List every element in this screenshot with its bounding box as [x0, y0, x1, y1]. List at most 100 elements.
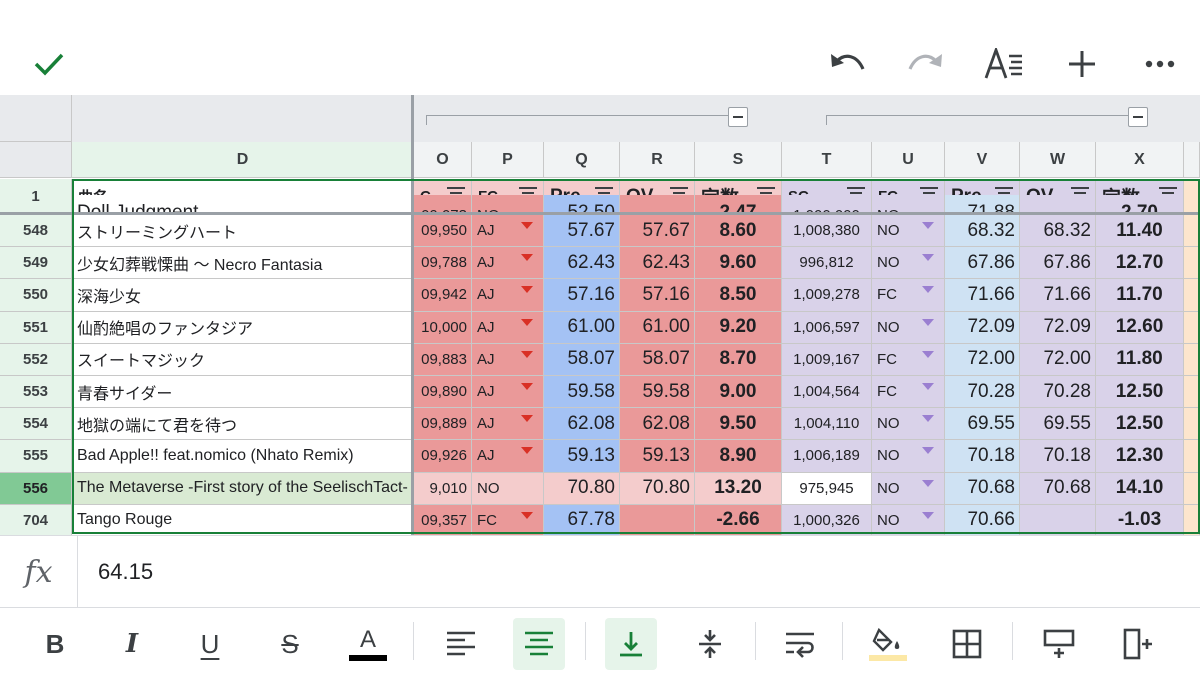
- dropdown-arrow-icon[interactable]: [521, 222, 533, 229]
- italic-icon[interactable]: I: [106, 618, 158, 670]
- table-cell[interactable]: AJ: [472, 279, 544, 312]
- table-cell[interactable]: 71.66: [1020, 279, 1096, 312]
- bold-icon[interactable]: B: [29, 618, 81, 670]
- table-cell[interactable]: NO: [872, 247, 945, 280]
- frozen-row-divider[interactable]: [0, 212, 1200, 215]
- table-cell[interactable]: 14.10: [1096, 472, 1184, 505]
- table-cell[interactable]: 9,010: [414, 472, 472, 505]
- table-cell[interactable]: 9.00: [695, 376, 782, 409]
- table-cell[interactable]: AJ: [472, 311, 544, 344]
- column-header-V[interactable]: V: [945, 142, 1020, 178]
- table-cell[interactable]: FC: [872, 279, 945, 312]
- table-cell[interactable]: 12.70: [1096, 247, 1184, 280]
- table-cell[interactable]: [1020, 504, 1096, 535]
- table-cell[interactable]: AJ: [472, 215, 544, 248]
- table-cell[interactable]: -2.66: [695, 504, 782, 535]
- valign-bottom-icon[interactable]: [605, 618, 657, 670]
- row-number[interactable]: 549: [0, 247, 72, 280]
- table-cell[interactable]: 59.13: [544, 440, 620, 473]
- table-cell[interactable]: 8.70: [695, 343, 782, 376]
- table-cell[interactable]: スイートマジック: [72, 343, 414, 376]
- dropdown-arrow-icon[interactable]: [922, 383, 934, 390]
- table-cell[interactable]: 70.68: [945, 472, 1020, 505]
- table-cell[interactable]: NO: [872, 504, 945, 535]
- table-cell[interactable]: 8.50: [695, 279, 782, 312]
- dropdown-arrow-icon[interactable]: [922, 254, 934, 262]
- table-cell[interactable]: 61.00: [620, 311, 695, 344]
- table-cell[interactable]: 09,883: [414, 343, 472, 376]
- header-cell[interactable]: [1184, 179, 1200, 215]
- table-cell[interactable]: 1,004,564: [782, 376, 872, 409]
- table-cell[interactable]: 深海少女: [72, 279, 414, 312]
- table-cell[interactable]: 70.28: [1020, 376, 1096, 409]
- table-cell[interactable]: 10,000: [414, 311, 472, 344]
- table-cell[interactable]: 70.18: [1020, 440, 1096, 473]
- table-cell[interactable]: FC: [472, 504, 544, 535]
- table-cell[interactable]: 59.58: [620, 376, 695, 409]
- dropdown-arrow-icon[interactable]: [521, 447, 533, 455]
- collapse-group-button[interactable]: [1128, 107, 1148, 127]
- table-cell[interactable]: 67.86: [945, 247, 1020, 280]
- table-cell[interactable]: 12.50: [1096, 408, 1184, 441]
- formula-input[interactable]: 64.15: [98, 536, 153, 608]
- table-cell[interactable]: 67.86: [1020, 247, 1096, 280]
- table-cell[interactable]: 1,006,189: [782, 440, 872, 473]
- table-cell[interactable]: 62.08: [544, 408, 620, 441]
- column-header-Q[interactable]: Q: [544, 142, 620, 178]
- column-header-R[interactable]: R: [620, 142, 695, 178]
- table-cell[interactable]: [1184, 215, 1200, 248]
- row-number[interactable]: 555: [0, 440, 72, 473]
- table-cell[interactable]: [1184, 343, 1200, 376]
- table-cell[interactable]: 57.67: [544, 215, 620, 248]
- fill-color-icon[interactable]: [862, 618, 914, 670]
- table-cell[interactable]: 72.00: [1020, 343, 1096, 376]
- table-cell[interactable]: AJ: [472, 376, 544, 409]
- text-color-icon[interactable]: A: [342, 618, 394, 670]
- undo-icon[interactable]: [826, 42, 870, 86]
- table-cell[interactable]: [1184, 504, 1200, 535]
- table-cell[interactable]: 09,788: [414, 247, 472, 280]
- column-header-S[interactable]: S: [695, 142, 782, 178]
- dropdown-arrow-icon[interactable]: [521, 286, 533, 294]
- table-cell[interactable]: NO: [872, 472, 945, 505]
- table-cell[interactable]: 975,945: [782, 472, 872, 505]
- underline-icon[interactable]: U: [184, 618, 236, 670]
- table-cell[interactable]: [1184, 472, 1200, 505]
- table-cell[interactable]: 12.50: [1096, 376, 1184, 409]
- table-cell[interactable]: NO: [872, 408, 945, 441]
- table-cell[interactable]: 70.68: [1020, 472, 1096, 505]
- table-cell[interactable]: 59.13: [620, 440, 695, 473]
- table-cell[interactable]: [1184, 376, 1200, 409]
- table-cell[interactable]: 09,950: [414, 215, 472, 248]
- table-cell[interactable]: -1.03: [1096, 504, 1184, 535]
- dropdown-arrow-icon[interactable]: [922, 479, 934, 487]
- table-cell[interactable]: 09,357: [414, 504, 472, 535]
- table-cell[interactable]: 70.28: [945, 376, 1020, 409]
- column-header-X[interactable]: X: [1096, 142, 1184, 178]
- table-cell[interactable]: 57.16: [620, 279, 695, 312]
- table-cell[interactable]: 58.07: [620, 343, 695, 376]
- column-header-U[interactable]: U: [872, 142, 945, 178]
- table-cell[interactable]: NO: [472, 472, 544, 505]
- table-cell[interactable]: 70.66: [945, 504, 1020, 535]
- align-left-icon[interactable]: [435, 618, 487, 670]
- table-cell[interactable]: 9.50: [695, 408, 782, 441]
- table-cell[interactable]: 70.80: [544, 472, 620, 505]
- table-cell[interactable]: AJ: [472, 247, 544, 280]
- text-format-icon[interactable]: [982, 42, 1026, 86]
- table-cell[interactable]: 58.07: [544, 343, 620, 376]
- table-cell[interactable]: FC: [872, 376, 945, 409]
- collapse-group-button[interactable]: [728, 107, 748, 127]
- table-cell[interactable]: 11.40: [1096, 215, 1184, 248]
- table-cell[interactable]: 59.58: [544, 376, 620, 409]
- dropdown-arrow-icon[interactable]: [922, 222, 934, 229]
- dropdown-arrow-icon[interactable]: [922, 350, 934, 358]
- table-cell[interactable]: 69.55: [1020, 408, 1096, 441]
- table-cell[interactable]: 09,890: [414, 376, 472, 409]
- table-cell[interactable]: 996,812: [782, 247, 872, 280]
- table-cell[interactable]: 仙酌絶唱のファンタジア: [72, 311, 414, 344]
- table-cell[interactable]: AJ: [472, 343, 544, 376]
- column-header-W[interactable]: W: [1020, 142, 1096, 178]
- table-cell[interactable]: 72.00: [945, 343, 1020, 376]
- table-cell[interactable]: ストリーミングハート: [72, 215, 414, 248]
